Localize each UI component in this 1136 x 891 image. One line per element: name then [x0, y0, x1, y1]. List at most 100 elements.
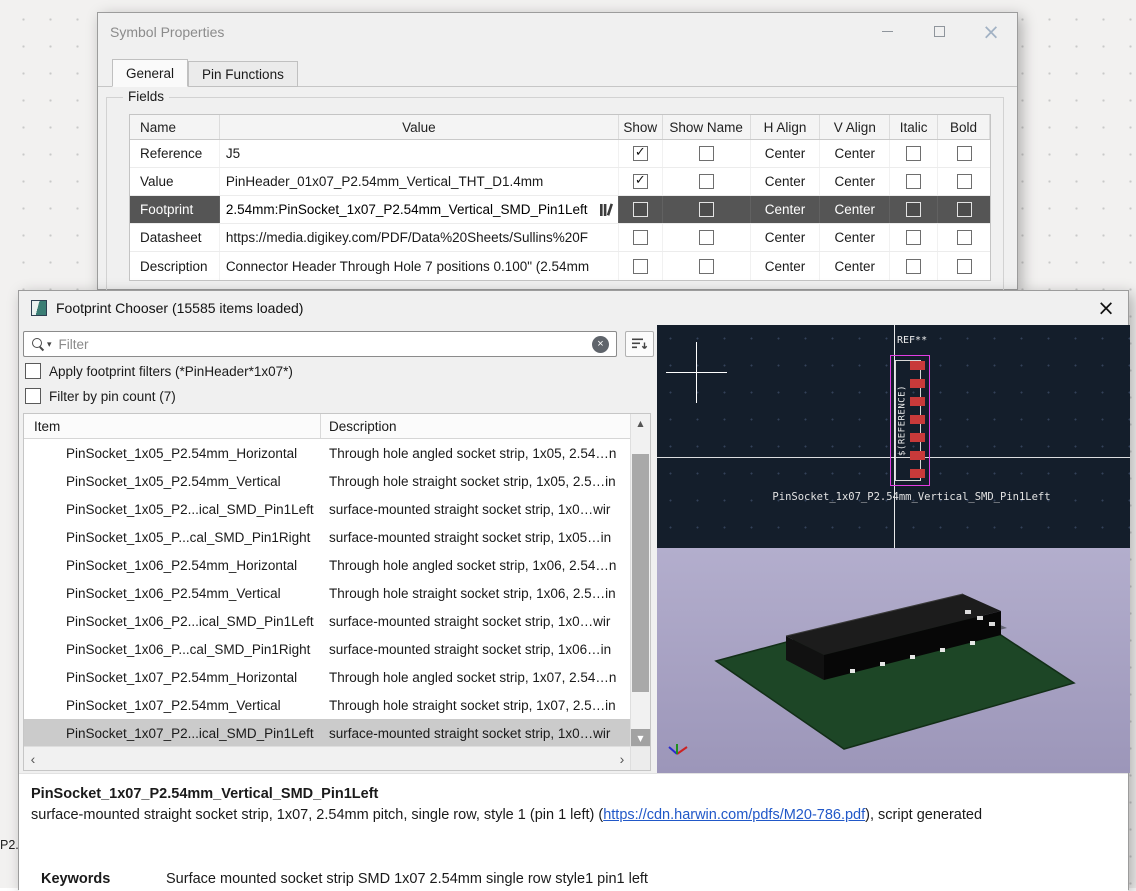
scroll-right-icon[interactable]: › [613, 747, 631, 770]
close-button[interactable]: × [965, 13, 1017, 50]
show-checkbox[interactable] [632, 258, 648, 274]
v-align-value[interactable]: Center [820, 224, 891, 251]
bold-cell [938, 224, 990, 251]
show-name-checkbox[interactable] [698, 258, 714, 274]
column-header-description[interactable]: Description [321, 419, 650, 434]
italic-checkbox[interactable] [906, 230, 922, 245]
show-checkbox[interactable] [632, 174, 648, 189]
filter-by-pin-count-checkbox[interactable] [25, 388, 41, 404]
bold-checkbox[interactable] [956, 146, 972, 161]
field-row-datasheet[interactable]: Datasheet https://media.digikey.com/PDF/… [130, 224, 990, 252]
tab-general[interactable]: General [112, 59, 189, 87]
filter-by-pin-count-label: Filter by pin count (7) [49, 388, 176, 404]
field-value[interactable]: Connector Header Through Hole 7 position… [220, 252, 619, 280]
scroll-left-icon[interactable]: ‹ [24, 747, 42, 770]
field-name: Reference [130, 140, 220, 167]
h-align-value[interactable]: Center [751, 224, 821, 251]
column-header-bold[interactable]: Bold [938, 115, 990, 139]
field-value[interactable]: PinHeader_01x07_P2.54mm_Vertical_THT_D1.… [220, 168, 619, 195]
v-align-value[interactable]: Center [820, 168, 891, 195]
footprint-list-item[interactable]: PinSocket_1x06_P2.54mm_Horizontal Through… [24, 551, 630, 579]
show-checkbox[interactable] [632, 230, 648, 245]
field-name: Description [130, 252, 220, 280]
show-name-checkbox[interactable] [698, 174, 714, 189]
v-align-value[interactable]: Center [820, 252, 891, 280]
italic-checkbox[interactable] [906, 258, 922, 274]
footprint-chooser-titlebar[interactable]: Footprint Chooser (15585 items loaded) × [19, 291, 1128, 325]
scroll-down-icon[interactable]: ▼ [631, 729, 650, 747]
footprint-list-item[interactable]: PinSocket_1x07_P2.54mm_Vertical Through h… [24, 691, 630, 719]
column-header-show-name[interactable]: Show Name [663, 115, 751, 139]
footprint-list-item-selected[interactable]: PinSocket_1x07_P2...ical_SMD_Pin1Left sur… [24, 719, 630, 747]
apply-footprint-filters-label: Apply footprint filters (*PinHeader*1x07… [49, 363, 293, 379]
footprint-list-item[interactable]: PinSocket_1x05_P...cal_SMD_Pin1Right surf… [24, 523, 630, 551]
footprint-preview-canvas[interactable]: REF** $(REFERENCE) PinSocket_1x07_P2.54m… [657, 325, 1130, 548]
h-align-value[interactable]: Center [751, 168, 821, 195]
footprint-list-item[interactable]: PinSocket_1x05_P2.54mm_Horizontal Through… [24, 439, 630, 467]
pad-3 [910, 397, 925, 406]
datasheet-link[interactable]: https://cdn.harwin.com/pdfs/M20-786.pdf [603, 807, 865, 823]
bold-checkbox[interactable] [956, 258, 972, 274]
filter-options-button[interactable] [625, 331, 654, 357]
fields-group: Fields Name Value Show Show Name H Align… [106, 89, 1004, 293]
h-align-value[interactable]: Center [751, 252, 821, 280]
field-row-footprint[interactable]: Footprint 2.54mm:PinSocket_1x07_P2.54mm_… [130, 196, 990, 224]
keywords-label: Keywords [41, 871, 111, 887]
minimize-button[interactable] [861, 13, 913, 50]
apply-footprint-filters-checkbox[interactable] [25, 363, 41, 379]
column-header-show[interactable]: Show [619, 115, 663, 139]
italic-checkbox[interactable] [906, 202, 922, 217]
tab-pin-functions[interactable]: Pin Functions [188, 61, 298, 87]
column-header-name[interactable]: Name [130, 115, 220, 139]
scroll-up-icon[interactable]: ▲ [631, 414, 650, 432]
footprint-list-item[interactable]: PinSocket_1x06_P2...ical_SMD_Pin1Left sur… [24, 607, 630, 635]
field-row-description[interactable]: Description Connector Header Through Hol… [130, 252, 990, 280]
column-header-item[interactable]: Item [24, 414, 321, 438]
clear-filter-button[interactable]: × [592, 335, 609, 353]
footprint-list-item[interactable]: PinSocket_1x05_P2...ical_SMD_Pin1Left sur… [24, 495, 630, 523]
footprint-value-editor[interactable]: 2.54mm:PinSocket_1x07_P2.54mm_Vertical_S… [219, 196, 619, 223]
field-value[interactable]: J5 [220, 140, 619, 167]
vertical-scrollbar[interactable]: ▲ ▼ [630, 414, 650, 747]
field-row-value[interactable]: Value PinHeader_01x07_P2.54mm_Vertical_T… [130, 168, 990, 196]
library-browse-icon[interactable] [597, 202, 615, 217]
field-row-reference[interactable]: Reference J5 Center Center [130, 140, 990, 168]
window-title: Footprint Chooser (15585 items loaded) [56, 300, 304, 316]
column-header-h-align[interactable]: H Align [751, 115, 821, 139]
h-align-value[interactable]: Center [751, 140, 821, 167]
bold-checkbox[interactable] [956, 230, 972, 245]
column-header-italic[interactable]: Italic [890, 115, 939, 139]
smd-pad [977, 616, 983, 620]
footprint-list-item[interactable]: PinSocket_1x06_P...cal_SMD_Pin1Right surf… [24, 635, 630, 663]
show-checkbox[interactable] [632, 146, 648, 161]
bold-checkbox[interactable] [956, 202, 972, 217]
field-value[interactable]: https://media.digikey.com/PDF/Data%20She… [220, 224, 619, 251]
reference-designator: REF** [897, 335, 928, 346]
italic-checkbox[interactable] [906, 146, 922, 161]
column-header-v-align[interactable]: V Align [820, 115, 891, 139]
filter-search-box[interactable]: ▾ × [23, 331, 617, 357]
grid-origin-cross [696, 342, 697, 403]
footprint-list-item[interactable]: PinSocket_1x07_P2.54mm_Horizontal Through… [24, 663, 630, 691]
bold-checkbox[interactable] [956, 174, 972, 189]
sort-icon [631, 338, 647, 349]
italic-checkbox[interactable] [906, 174, 922, 189]
scrollbar-thumb[interactable] [632, 454, 649, 692]
show-checkbox[interactable] [632, 202, 648, 217]
show-name-checkbox[interactable] [698, 146, 714, 161]
column-header-value[interactable]: Value [220, 115, 619, 139]
v-align-value[interactable]: Center [820, 140, 891, 167]
footprint-3d-viewer[interactable] [657, 548, 1130, 773]
show-name-checkbox[interactable] [698, 230, 714, 245]
footprint-list-item[interactable]: PinSocket_1x05_P2.54mm_Vertical Through h… [24, 467, 630, 495]
symbol-properties-titlebar[interactable]: Symbol Properties × [98, 13, 1017, 50]
footprint-list-item[interactable]: PinSocket_1x06_P2.54mm_Vertical Through h… [24, 579, 630, 607]
h-align-value[interactable]: Center [751, 196, 821, 223]
show-name-checkbox[interactable] [698, 202, 714, 217]
close-button[interactable]: × [1084, 291, 1128, 325]
filter-input[interactable] [51, 336, 592, 352]
horizontal-scrollbar[interactable]: ‹ › [24, 746, 631, 770]
maximize-button[interactable] [913, 13, 965, 50]
search-icon [32, 337, 45, 351]
v-align-value[interactable]: Center [820, 196, 891, 223]
